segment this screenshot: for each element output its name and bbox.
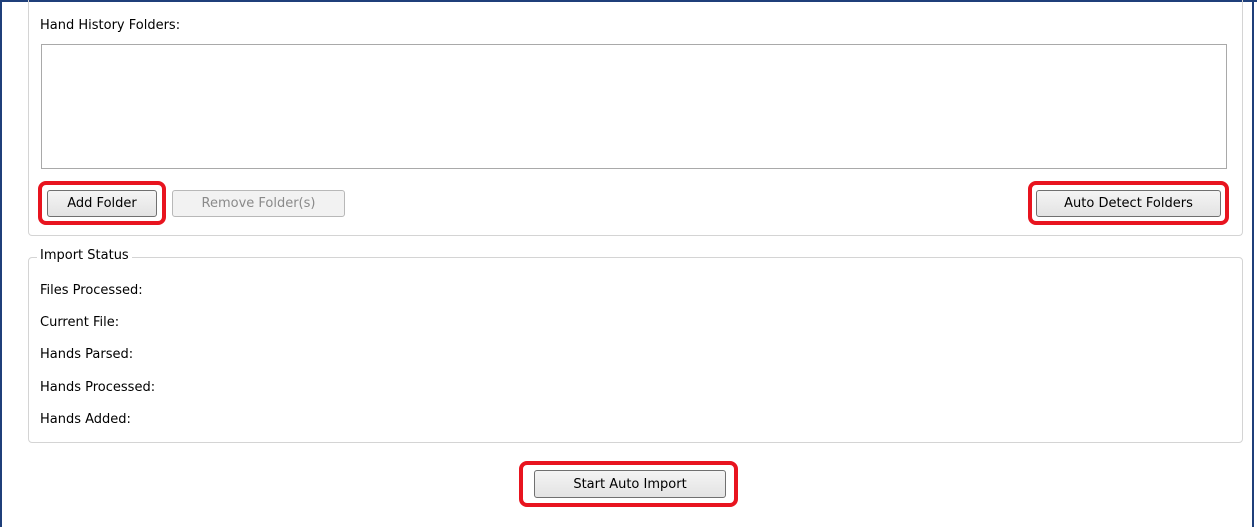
import-status-title: Import Status xyxy=(37,248,132,263)
hands-parsed-label: Hands Parsed: xyxy=(40,347,134,362)
hand-history-folders-label: Hand History Folders: xyxy=(40,18,181,33)
hand-history-folder-list[interactable] xyxy=(41,44,1227,169)
start-auto-import-button[interactable]: Start Auto Import xyxy=(534,470,726,498)
hands-processed-label: Hands Processed: xyxy=(40,380,156,395)
remove-folders-button[interactable]: Remove Folder(s) xyxy=(172,190,345,217)
hands-added-label: Hands Added: xyxy=(40,412,131,427)
files-processed-label: Files Processed: xyxy=(40,283,143,298)
add-folder-button[interactable]: Add Folder xyxy=(47,190,157,217)
auto-detect-folders-button[interactable]: Auto Detect Folders xyxy=(1036,190,1221,217)
import-status-group xyxy=(28,257,1243,443)
current-file-label: Current File: xyxy=(40,315,120,330)
